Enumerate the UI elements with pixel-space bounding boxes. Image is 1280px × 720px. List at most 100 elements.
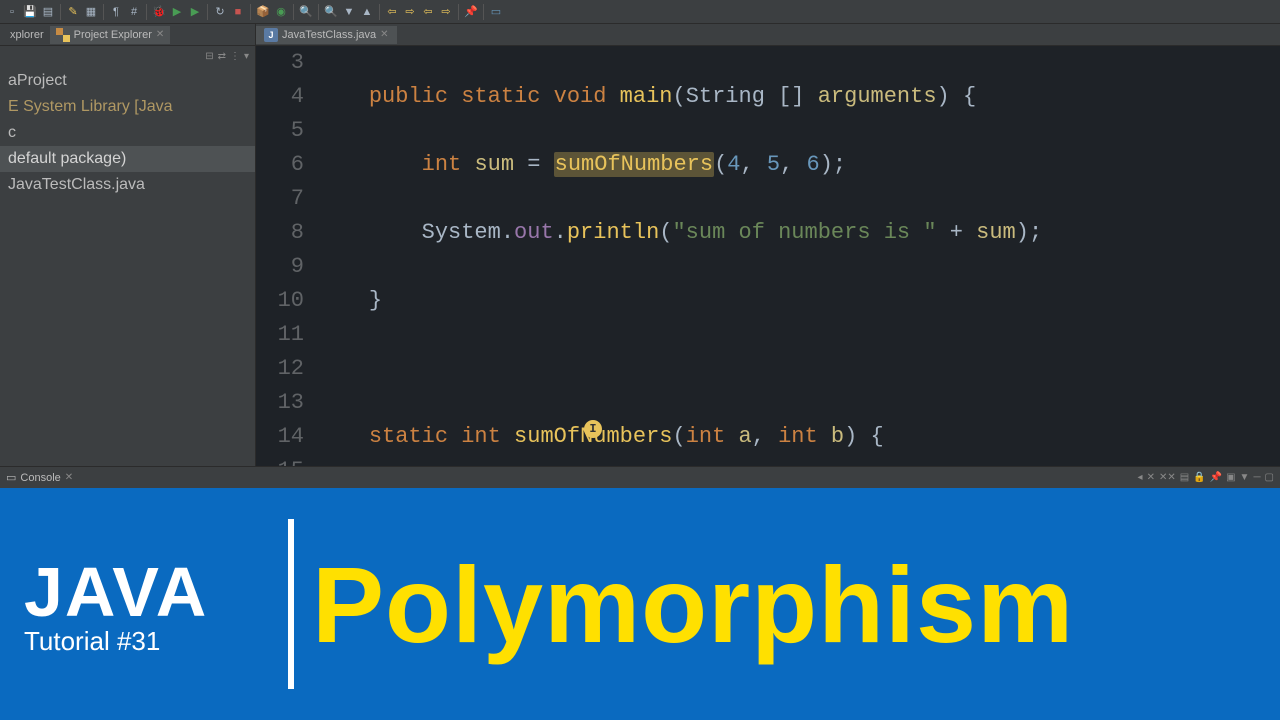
toolbar-separator: [60, 4, 61, 20]
display-selected-icon[interactable]: ▣: [1226, 472, 1235, 483]
editor-tab-bar: J JavaTestClass.java ✕: [256, 24, 1280, 46]
save-icon[interactable]: 💾: [22, 4, 38, 20]
code-editor: J JavaTestClass.java ✕ 3 4 5 6 7 8 9 10 …: [256, 24, 1280, 466]
tutorial-banner: JAVA Tutorial #31 Polymorphism: [0, 488, 1280, 720]
console-icon: ▭: [6, 471, 16, 484]
banner-title: Polymorphism: [312, 542, 1074, 667]
maximize-icon[interactable]: ▢: [1265, 472, 1274, 483]
tree-library[interactable]: E System Library [Java: [0, 94, 255, 120]
code-line[interactable]: [316, 352, 1280, 386]
line-number: 9: [256, 250, 304, 284]
project-tree[interactable]: aProject E System Library [Java c defaul…: [0, 66, 255, 200]
line-number: 7: [256, 182, 304, 216]
link-editor-icon[interactable]: ⇄: [218, 51, 226, 62]
tree-library-label: E System Library [Java: [8, 98, 173, 115]
banner-divider: [288, 519, 294, 689]
line-number: 3: [256, 46, 304, 80]
code-line[interactable]: int sum = sumOfNumbers(4, 5, 6);: [316, 148, 1280, 182]
open-console-icon[interactable]: ▼: [1240, 472, 1250, 483]
edit-icon[interactable]: ✎: [65, 4, 81, 20]
toolbar-separator: [379, 4, 380, 20]
remove-launch-icon[interactable]: ✕: [1147, 472, 1155, 483]
run-icon[interactable]: ▶: [169, 4, 185, 20]
prev-launch-icon[interactable]: ◂: [1138, 472, 1143, 483]
paragraph-icon[interactable]: ¶: [108, 4, 124, 20]
hash-icon[interactable]: #: [126, 4, 142, 20]
new-icon[interactable]: ▫: [4, 4, 20, 20]
explorer-tab-label: xplorer: [10, 29, 44, 41]
line-number: 5: [256, 114, 304, 148]
open-type-icon[interactable]: 🔍: [298, 4, 314, 20]
stop-icon[interactable]: ■: [230, 4, 246, 20]
code-area[interactable]: 3 4 5 6 7 8 9 10 11 12 13 14 15 public s…: [256, 46, 1280, 466]
explorer-tab-package[interactable]: xplorer: [4, 27, 50, 43]
tree-file[interactable]: JavaTestClass.java: [0, 172, 255, 198]
line-number: 4: [256, 80, 304, 114]
last-edit-icon[interactable]: ⇦: [420, 4, 436, 20]
pin-console-icon[interactable]: 📌: [1210, 472, 1222, 483]
console-label: Console: [20, 472, 60, 484]
line-number: 12: [256, 352, 304, 386]
forward-icon[interactable]: ⇨: [402, 4, 418, 20]
line-number: 15: [256, 454, 304, 466]
code-line[interactable]: System.out.println("sum of numbers is " …: [316, 216, 1280, 250]
toolbar-separator: [250, 4, 251, 20]
console-tab[interactable]: ▭ Console ✕: [6, 471, 73, 484]
minimize-icon[interactable]: ─: [1253, 472, 1260, 483]
java-file-icon: J: [264, 28, 278, 42]
explorer-toolbar: ⊟ ⇄ ⋮ ▾: [0, 46, 255, 66]
window-icon[interactable]: ▭: [488, 4, 504, 20]
coverage-icon[interactable]: ▶: [187, 4, 203, 20]
build-icon[interactable]: ▦: [83, 4, 99, 20]
close-icon[interactable]: ✕: [380, 29, 388, 40]
toolbar-separator: [146, 4, 147, 20]
code-line[interactable]: }: [316, 284, 1280, 318]
tree-package[interactable]: default package): [0, 146, 255, 172]
menu-icon[interactable]: ▾: [244, 51, 249, 62]
package-icon: [56, 28, 70, 42]
prev-annotation-icon[interactable]: ▲: [359, 4, 375, 20]
search-icon[interactable]: 🔍: [323, 4, 339, 20]
back-icon[interactable]: ⇦: [384, 4, 400, 20]
line-number: 14: [256, 420, 304, 454]
line-number: 10: [256, 284, 304, 318]
clear-console-icon[interactable]: ▤: [1180, 472, 1189, 483]
remove-all-icon[interactable]: ✕✕: [1159, 472, 1176, 483]
explorer-tab-project[interactable]: Project Explorer ✕: [50, 26, 171, 44]
project-explorer: xplorer Project Explorer ✕ ⊟ ⇄ ⋮ ▾ aProj…: [0, 24, 256, 466]
toolbar-separator: [483, 4, 484, 20]
editor-tab[interactable]: J JavaTestClass.java ✕: [256, 26, 397, 44]
explorer-tab-bar: xplorer Project Explorer ✕: [0, 24, 255, 46]
save-all-icon[interactable]: ▤: [40, 4, 56, 20]
close-icon[interactable]: ✕: [65, 472, 73, 483]
line-number: 11: [256, 318, 304, 352]
run-last-icon[interactable]: ↻: [212, 4, 228, 20]
banner-tutorial-label: Tutorial #31: [24, 626, 280, 657]
main-area: xplorer Project Explorer ✕ ⊟ ⇄ ⋮ ▾ aProj…: [0, 24, 1280, 466]
tree-src[interactable]: c: [0, 120, 255, 146]
debug-icon[interactable]: 🐞: [151, 4, 167, 20]
code-line[interactable]: public static void main(String [] argume…: [316, 80, 1280, 114]
toolbar-separator: [207, 4, 208, 20]
scroll-lock-icon[interactable]: 🔒: [1193, 472, 1205, 483]
code-content[interactable]: public static void main(String [] argume…: [316, 46, 1280, 466]
console-panel-header: ▭ Console ✕ ◂ ✕ ✕✕ ▤ 🔒 📌 ▣ ▼ ─ ▢: [0, 466, 1280, 488]
toolbar-separator: [318, 4, 319, 20]
close-icon[interactable]: ✕: [156, 29, 164, 40]
editor-tab-label: JavaTestClass.java: [282, 29, 376, 41]
banner-java-label: JAVA: [24, 552, 280, 632]
collapse-all-icon[interactable]: ⊟: [205, 51, 213, 62]
console-toolbar: ◂ ✕ ✕✕ ▤ 🔒 📌 ▣ ▼ ─ ▢: [1138, 472, 1274, 483]
toolbar-separator: [458, 4, 459, 20]
line-number: 6: [256, 148, 304, 182]
explorer-tab-label: Project Explorer: [74, 29, 152, 41]
line-gutter: 3 4 5 6 7 8 9 10 11 12 13 14 15: [256, 46, 316, 466]
new-class-icon[interactable]: ◉: [273, 4, 289, 20]
new-package-icon[interactable]: 📦: [255, 4, 271, 20]
next-edit-icon[interactable]: ⇨: [438, 4, 454, 20]
filter-icon[interactable]: ⋮: [230, 51, 240, 62]
code-line[interactable]: static int sumOfNumbers(int a, int b) {: [316, 420, 1280, 454]
tree-project[interactable]: aProject: [0, 68, 255, 94]
next-annotation-icon[interactable]: ▼: [341, 4, 357, 20]
pin-icon[interactable]: 📌: [463, 4, 479, 20]
